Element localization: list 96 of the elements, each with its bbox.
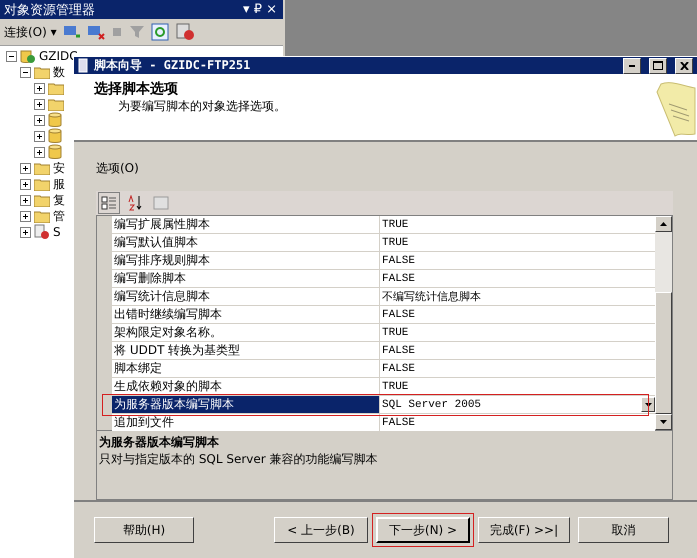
description-title: 为服务器版本编写脚本: [99, 434, 220, 452]
property-value: TRUE: [381, 326, 410, 341]
folder-icon: [48, 82, 64, 94]
property-name: 出错时继续编写脚本: [112, 306, 380, 324]
property-name: 编写统计信息脚本: [112, 288, 380, 306]
page-heading: 选择脚本选项: [94, 80, 179, 98]
property-row[interactable]: 生成依赖对象的脚本 TRUE: [112, 378, 655, 396]
options-label: 选项(O): [96, 160, 140, 178]
connect-dropdown[interactable]: 连接(O) ▾: [4, 24, 57, 40]
folder-icon: [34, 178, 50, 190]
property-row[interactable]: 将 UDDT 转换为基类型 FALSE: [112, 342, 655, 360]
property-row[interactable]: 编写排序规则脚本 FALSE: [112, 252, 655, 270]
database-icon: [48, 112, 62, 128]
folder-icon: [34, 162, 50, 174]
property-row[interactable]: 追加到文件 FALSE: [112, 414, 655, 432]
property-value: TRUE: [381, 380, 410, 395]
property-value: FALSE: [381, 254, 416, 269]
folder-icon: [34, 66, 50, 78]
property-name: 编写删除脚本: [112, 270, 380, 288]
collapse-icon[interactable]: [20, 66, 31, 78]
property-row[interactable]: 编写默认值脚本 TRUE: [112, 234, 655, 252]
minimize-button[interactable]: [623, 58, 641, 74]
connect-icon[interactable]: [62, 24, 81, 40]
tree-label[interactable]: GZIDC: [39, 49, 78, 63]
property-value: TRUE: [381, 236, 410, 251]
property-name: 编写扩展属性脚本: [112, 216, 380, 234]
property-value: TRUE: [381, 218, 410, 233]
property-value: SQL Server 2005: [380, 396, 655, 414]
property-row[interactable]: 脚本绑定 FALSE: [112, 360, 655, 378]
refresh-icon[interactable]: [150, 23, 169, 41]
property-name: 脚本绑定: [112, 360, 380, 378]
wizard-button[interactable]: 完成(F) >>|: [478, 517, 570, 544]
disconnect-icon[interactable]: [86, 24, 105, 40]
property-name: 编写排序规则脚本: [112, 252, 380, 270]
database-icon: [48, 128, 62, 144]
wizard-button[interactable]: 下一步(N) >: [376, 517, 470, 544]
server-icon: [20, 48, 36, 64]
panel-title: 对象资源管理器: [4, 2, 95, 18]
expand-icon[interactable]: [34, 82, 45, 94]
page-subheading: 为要编写脚本的对象选择选项。: [117, 98, 286, 116]
property-name: 将 UDDT 转换为基类型: [112, 342, 380, 360]
folder-icon: [34, 210, 50, 222]
maximize-icon: [653, 61, 663, 70]
expand-icon[interactable]: [20, 194, 31, 206]
property-name: 为服务器版本编写脚本: [112, 396, 380, 414]
database-icon: [48, 144, 62, 160]
scrollbar-thumb[interactable]: [655, 292, 672, 414]
property-row[interactable]: 架构限定对象名称。 TRUE: [112, 324, 655, 342]
up-arrow-icon[interactable]: [660, 222, 667, 226]
property-row[interactable]: 为服务器版本编写脚本 SQL Server 2005: [112, 396, 655, 414]
expand-icon[interactable]: [20, 178, 31, 190]
property-row[interactable]: 编写统计信息脚本 不编写统计信息脚本: [112, 288, 655, 306]
tree-label[interactable]: 服: [53, 176, 65, 192]
tree-label[interactable]: 管: [53, 208, 65, 224]
tree-label[interactable]: S: [53, 225, 61, 239]
property-row[interactable]: 编写扩展属性脚本 TRUE: [112, 216, 655, 234]
window-title: 脚本向导 - GZIDC-FTP251: [94, 57, 252, 74]
minimize-icon: [629, 64, 635, 67]
wizard-button[interactable]: 取消: [578, 517, 669, 544]
folder-icon: [48, 98, 64, 110]
property-value: 不编写统计信息脚本: [381, 290, 482, 306]
property-value: FALSE: [381, 308, 416, 323]
property-value: FALSE: [381, 416, 416, 431]
property-name: 架构限定对象名称。: [112, 324, 380, 342]
property-name: 追加到文件: [112, 414, 380, 432]
collapse-icon[interactable]: [6, 50, 17, 62]
expand-icon[interactable]: [20, 226, 31, 238]
property-name: 编写默认值脚本: [112, 234, 380, 252]
close-icon: [680, 62, 688, 70]
description-text: 只对与指定版本的 SQL Server 兼容的功能编写脚本: [99, 451, 379, 468]
property-value: FALSE: [381, 362, 416, 377]
property-value: FALSE: [381, 272, 416, 287]
categorized-icon[interactable]: [98, 192, 120, 214]
folder-icon: [34, 194, 50, 206]
expand-icon[interactable]: [20, 210, 31, 222]
tree-label[interactable]: 复: [53, 192, 65, 208]
down-arrow-icon[interactable]: [660, 420, 667, 424]
expand-icon[interactable]: [34, 130, 45, 142]
panel-controls[interactable]: ▾ ₽ ×: [243, 2, 277, 17]
tree-label[interactable]: 数: [53, 64, 65, 80]
expand-icon[interactable]: [20, 162, 31, 174]
wizard-button[interactable]: 帮助(H): [94, 517, 194, 544]
agent-icon: [34, 224, 50, 240]
property-row[interactable]: 出错时继续编写脚本 FALSE: [112, 306, 655, 324]
expand-icon[interactable]: [34, 114, 45, 126]
expand-icon[interactable]: [34, 98, 45, 110]
wizard-button[interactable]: < 上一步(B): [274, 517, 368, 544]
script-icon[interactable]: [174, 23, 195, 41]
property-name: 生成依赖对象的脚本: [112, 378, 380, 396]
maximize-button[interactable]: [649, 58, 667, 74]
scrollbar[interactable]: [655, 216, 672, 430]
expand-icon[interactable]: [34, 146, 45, 158]
tree-label[interactable]: 安: [53, 160, 65, 176]
close-button[interactable]: [675, 58, 693, 74]
property-value: FALSE: [381, 344, 416, 359]
property-row[interactable]: 编写删除脚本 FALSE: [112, 270, 655, 288]
